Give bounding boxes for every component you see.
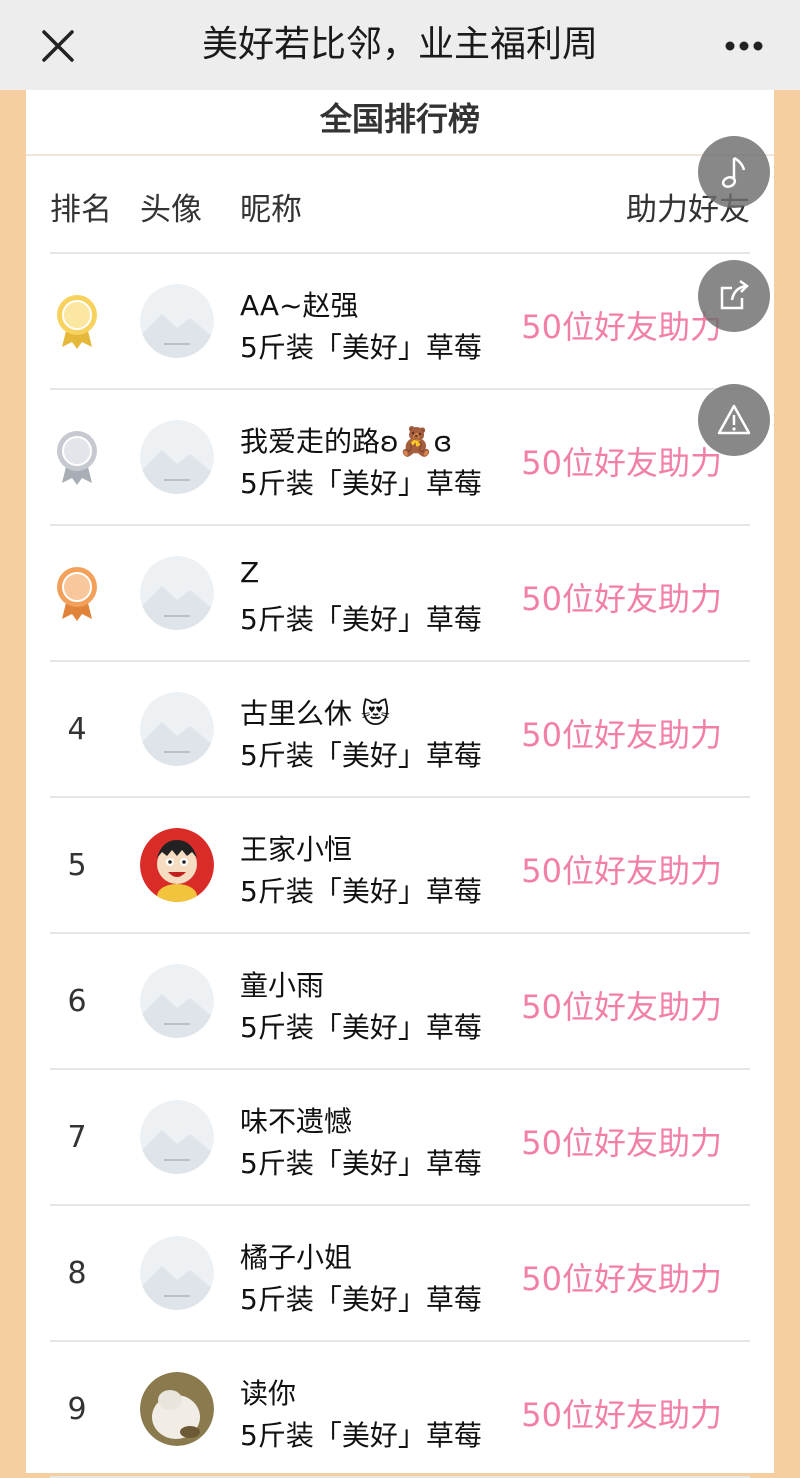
helpers-count: 50位好友助力 xyxy=(521,716,722,754)
music-note-icon xyxy=(721,156,746,188)
nickname: Z xyxy=(240,556,260,589)
prize-label: 5斤装「美好」草莓 xyxy=(240,739,482,772)
helpers-count: 50位好友助力 xyxy=(521,988,722,1026)
nickname: 古里么休 😻 xyxy=(240,697,391,730)
prize-label: 5斤装「美好」草莓 xyxy=(240,1419,482,1452)
leaderboard-row: 6 童小雨 5斤装「美好」草莓 50位好友助力 xyxy=(50,934,750,1070)
avatar xyxy=(140,556,214,630)
nickname-column-header: 昵称 xyxy=(240,192,302,228)
more-icon[interactable] xyxy=(724,40,764,52)
avatar xyxy=(140,828,214,902)
warning-icon xyxy=(717,404,751,435)
leaderboard-row: 9 读你 5斤装「美好」草莓 50位好友助力 xyxy=(50,1342,750,1478)
nickname: 味不遗憾 xyxy=(240,1105,353,1138)
leaderboard-header: 排名 头像 昵称 助力好友 xyxy=(50,156,750,254)
rank-medal-icon xyxy=(50,254,104,388)
page-title: 美好若比邻，业主福利周 xyxy=(201,24,598,65)
leaderboard-row: 4 古里么休 😻 5斤装「美好」草莓 50位好友助力 xyxy=(50,662,750,798)
rank-number: 7 xyxy=(67,1119,87,1155)
leaderboard-panel: 全国排行榜 排名 头像 昵称 助力好友 AA~赵强 5斤装「美好」草莓 50位好友助… xyxy=(26,90,774,1478)
title-bar: 美好若比邻，业主福利周 xyxy=(0,0,800,90)
leaderboard-list: AA~赵强 5斤装「美好」草莓 50位好友助力 我爱走的路ʚ🧸ɞ 5斤装「美好」草莓 5… xyxy=(50,254,750,1478)
nickname: AA~赵强 xyxy=(240,289,359,322)
leaderboard-row: 我爱走的路ʚ🧸ɞ 5斤装「美好」草莓 50位好友助力 xyxy=(50,390,750,526)
report-button[interactable] xyxy=(698,384,770,456)
helpers-count: 50位好友助力 xyxy=(521,580,722,618)
helpers-count: 50位好友助力 xyxy=(521,1396,722,1434)
avatar xyxy=(140,1236,214,1310)
nickname: 读你 xyxy=(240,1377,297,1410)
prize-label: 5斤装「美好」草莓 xyxy=(240,331,482,364)
leaderboard-row: Z 5斤装「美好」草莓 50位好友助力 xyxy=(50,526,750,662)
avatar-column-header: 头像 xyxy=(140,192,202,228)
rank-number: 9 xyxy=(67,1391,87,1427)
rank-number: 6 xyxy=(67,983,87,1019)
share-button[interactable] xyxy=(698,260,770,332)
rank-number: 5 xyxy=(67,847,87,883)
avatar xyxy=(140,692,214,766)
prize-label: 5斤装「美好」草莓 xyxy=(240,603,482,636)
leaderboard-row: 8 橘子小姐 5斤装「美好」草莓 50位好友助力 xyxy=(50,1206,750,1342)
helpers-count: 50位好友助力 xyxy=(521,444,722,482)
prize-label: 5斤装「美好」草莓 xyxy=(240,1011,482,1044)
leaderboard-title: 全国排行榜 xyxy=(26,90,774,156)
share-icon xyxy=(720,279,749,310)
rank-number: 8 xyxy=(67,1255,87,1291)
avatar xyxy=(140,284,214,358)
helpers-count: 50位好友助力 xyxy=(521,1124,722,1162)
avatar xyxy=(140,1372,214,1446)
helpers-count: 50位好友助力 xyxy=(521,852,722,890)
nickname: 橘子小姐 xyxy=(240,1241,353,1274)
avatar xyxy=(140,420,214,494)
leaderboard-row: 5 王家小恒 5斤装「美好」草莓 50位好友助力 xyxy=(50,798,750,934)
avatar xyxy=(140,964,214,1038)
nickname: 我爱走的路ʚ🧸ɞ xyxy=(240,425,453,458)
leaderboard-row: 7 味不遗憾 5斤装「美好」草莓 50位好友助力 xyxy=(50,1070,750,1206)
helpers-count: 50位好友助力 xyxy=(521,1260,722,1298)
prize-label: 5斤装「美好」草莓 xyxy=(240,875,482,908)
prize-label: 5斤装「美好」草莓 xyxy=(240,467,482,500)
rank-medal-icon xyxy=(50,526,104,660)
nickname: 王家小恒 xyxy=(240,833,353,866)
avatar xyxy=(140,1100,214,1174)
leaderboard-row: AA~赵强 5斤装「美好」草莓 50位好友助力 xyxy=(50,254,750,390)
music-button[interactable] xyxy=(698,136,770,208)
rank-medal-icon xyxy=(50,390,104,524)
rank-column-header: 排名 xyxy=(50,192,112,228)
rank-number: 4 xyxy=(67,711,87,747)
prize-label: 5斤装「美好」草莓 xyxy=(240,1147,482,1180)
prize-label: 5斤装「美好」草莓 xyxy=(240,1283,482,1316)
nickname: 童小雨 xyxy=(240,969,325,1002)
helpers-count: 50位好友助力 xyxy=(521,308,722,346)
